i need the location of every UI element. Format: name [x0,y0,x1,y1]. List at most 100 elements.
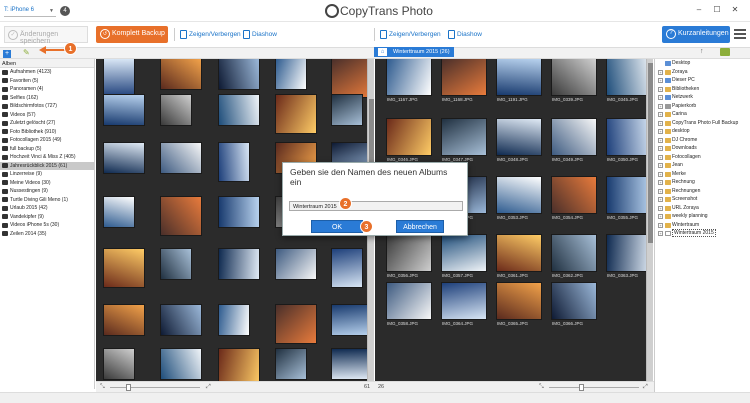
photo-thumbnail[interactable] [219,95,259,125]
folder-node[interactable]: + Bibliotheken [655,85,750,94]
album-item[interactable]: Linzerreise (9) [0,170,94,179]
expand-icon[interactable]: + [658,112,663,117]
album-item[interactable]: Foto Bibliothek (910) [0,128,94,137]
zoom-in-icon[interactable]: ⤢ [206,384,211,391]
folder-node[interactable]: + Wintertraum [655,221,750,230]
photo-thumbnail[interactable] [497,235,541,271]
device-selector[interactable]: T: iPhone 6 ▼ [4,5,56,17]
photo-thumbnail[interactable] [387,119,431,155]
expand-icon[interactable]: + [658,231,663,236]
photo-thumbnail[interactable] [276,349,306,379]
photo-thumbnail[interactable] [104,305,144,335]
photo-thumbnail[interactable] [552,59,596,95]
slideshow-button-right[interactable]: Diashow [448,26,482,43]
expand-icon[interactable]: + [658,146,663,151]
expand-icon[interactable]: + [658,103,663,109]
expand-icon[interactable]: + [658,69,663,75]
show-hide-button[interactable]: Zeigen/Verbergen [180,26,241,43]
photo-thumbnail[interactable] [219,249,259,279]
quick-guide-button[interactable]: ? Kurzanleitungen [662,26,730,43]
expand-icon[interactable]: + [658,222,663,228]
photo-thumbnail[interactable] [332,249,362,287]
photo-thumbnail[interactable] [104,59,134,97]
photo-thumbnail[interactable] [104,197,134,227]
slideshow-button[interactable]: Diashow [243,26,277,43]
folder-node[interactable]: + Papierkorb [655,102,750,111]
photo-thumbnail[interactable] [276,59,306,89]
photo-thumbnail[interactable] [332,59,372,97]
photo-thumbnail[interactable] [387,283,431,319]
album-item[interactable]: Zeilen 2014 (35) [0,230,94,239]
album-item[interactable]: Urlaub 2015 (42) [0,204,94,213]
zoom-out-icon[interactable]: ⤡ [539,384,544,391]
album-item[interactable]: Turtle Diving Gili Meno (1) [0,196,94,205]
expand-icon[interactable]: + [658,120,663,126]
photo-thumbnail[interactable] [219,305,249,335]
folder-node[interactable]: + Merke [655,170,750,179]
album-item[interactable]: Bildschirmfotos (727) [0,102,94,111]
album-item[interactable]: Panoramen (4) [0,85,94,94]
photo-thumbnail[interactable] [161,349,201,379]
photo-thumbnail[interactable] [607,59,651,95]
zoom-in-icon[interactable]: ⤢ [643,384,648,391]
folder-node[interactable]: + Netzwerk [655,93,750,102]
photo-thumbnail[interactable] [276,95,316,133]
zoom-slider[interactable] [110,384,200,391]
album-item[interactable]: Fotocollagen 2015 (49) [0,136,94,145]
photo-thumbnail[interactable] [497,119,541,155]
expand-icon[interactable]: + [658,137,663,143]
folder-icon[interactable] [720,48,730,56]
photo-thumbnail[interactable] [276,249,316,279]
folder-node[interactable]: + Zoraya [655,68,750,77]
album-item[interactable]: full backup (5) [0,145,94,154]
album-item[interactable]: Aufnahmen (4123) [0,68,94,77]
folder-node[interactable]: Desktop [655,59,750,68]
folder-node[interactable]: + CopyTrans Photo Full Backup [655,119,750,128]
photo-thumbnail[interactable] [497,177,541,213]
photo-thumbnail[interactable] [161,197,201,235]
scrollbar-thumb[interactable] [648,63,653,243]
folder-node[interactable]: + Rechnung [655,178,750,187]
zoom-slider-knob[interactable] [579,384,584,391]
folder-node[interactable]: + Carina [655,110,750,119]
photo-thumbnail[interactable] [387,235,431,271]
zoom-slider[interactable] [549,384,639,391]
album-item[interactable]: Nussestingen (9) [0,187,94,196]
expand-icon[interactable]: + [658,163,663,168]
ok-button[interactable]: OK [311,220,363,233]
photo-thumbnail[interactable] [442,119,486,155]
folder-node[interactable]: + weekly planning [655,212,750,221]
album-item[interactable]: Zuletzt gelöscht (27) [0,119,94,128]
expand-icon[interactable]: + [658,154,663,160]
album-name-input[interactable]: Wintertraum 2015 [289,201,463,211]
expand-icon[interactable]: + [658,197,663,202]
photo-thumbnail[interactable] [497,283,541,319]
zoom-out-icon[interactable]: ⤡ [100,384,105,391]
photo-thumbnail[interactable] [219,197,259,227]
photo-thumbnail[interactable] [552,283,596,319]
add-album-icon[interactable]: + [3,50,11,58]
show-hide-button-right[interactable]: Zeigen/Verbergen [380,26,441,43]
folder-node[interactable]: + Screenshot [655,195,750,204]
expand-icon[interactable]: + [658,129,663,134]
photo-thumbnail[interactable] [332,95,362,125]
photo-thumbnail[interactable] [161,95,191,125]
full-backup-button[interactable]: ↺ Komplett Backup [96,26,168,43]
hamburger-menu-button[interactable] [734,29,746,39]
photo-thumbnail[interactable] [332,305,372,335]
folder-node[interactable]: + Wintertraum 2015 [655,229,750,238]
folder-node[interactable]: + Jean [655,161,750,170]
expand-icon[interactable]: + [658,86,663,92]
folder-node[interactable]: + Fotocollagen [655,153,750,162]
photo-thumbnail[interactable] [161,143,201,173]
save-changes-button[interactable]: ✓ Änderungen speichern [4,26,88,45]
photo-thumbnail[interactable] [552,119,596,155]
expand-icon[interactable]: + [658,78,663,83]
folder-node[interactable]: + Downloads [655,144,750,153]
photo-thumbnail[interactable] [387,59,431,95]
folder-node[interactable]: + Dieser PC [655,76,750,85]
close-button[interactable]: ✕ [726,5,744,14]
folder-up-icon[interactable]: ↑ [700,48,710,56]
album-item[interactable]: Selfies (162) [0,94,94,103]
folder-node[interactable]: + desktop [655,127,750,136]
